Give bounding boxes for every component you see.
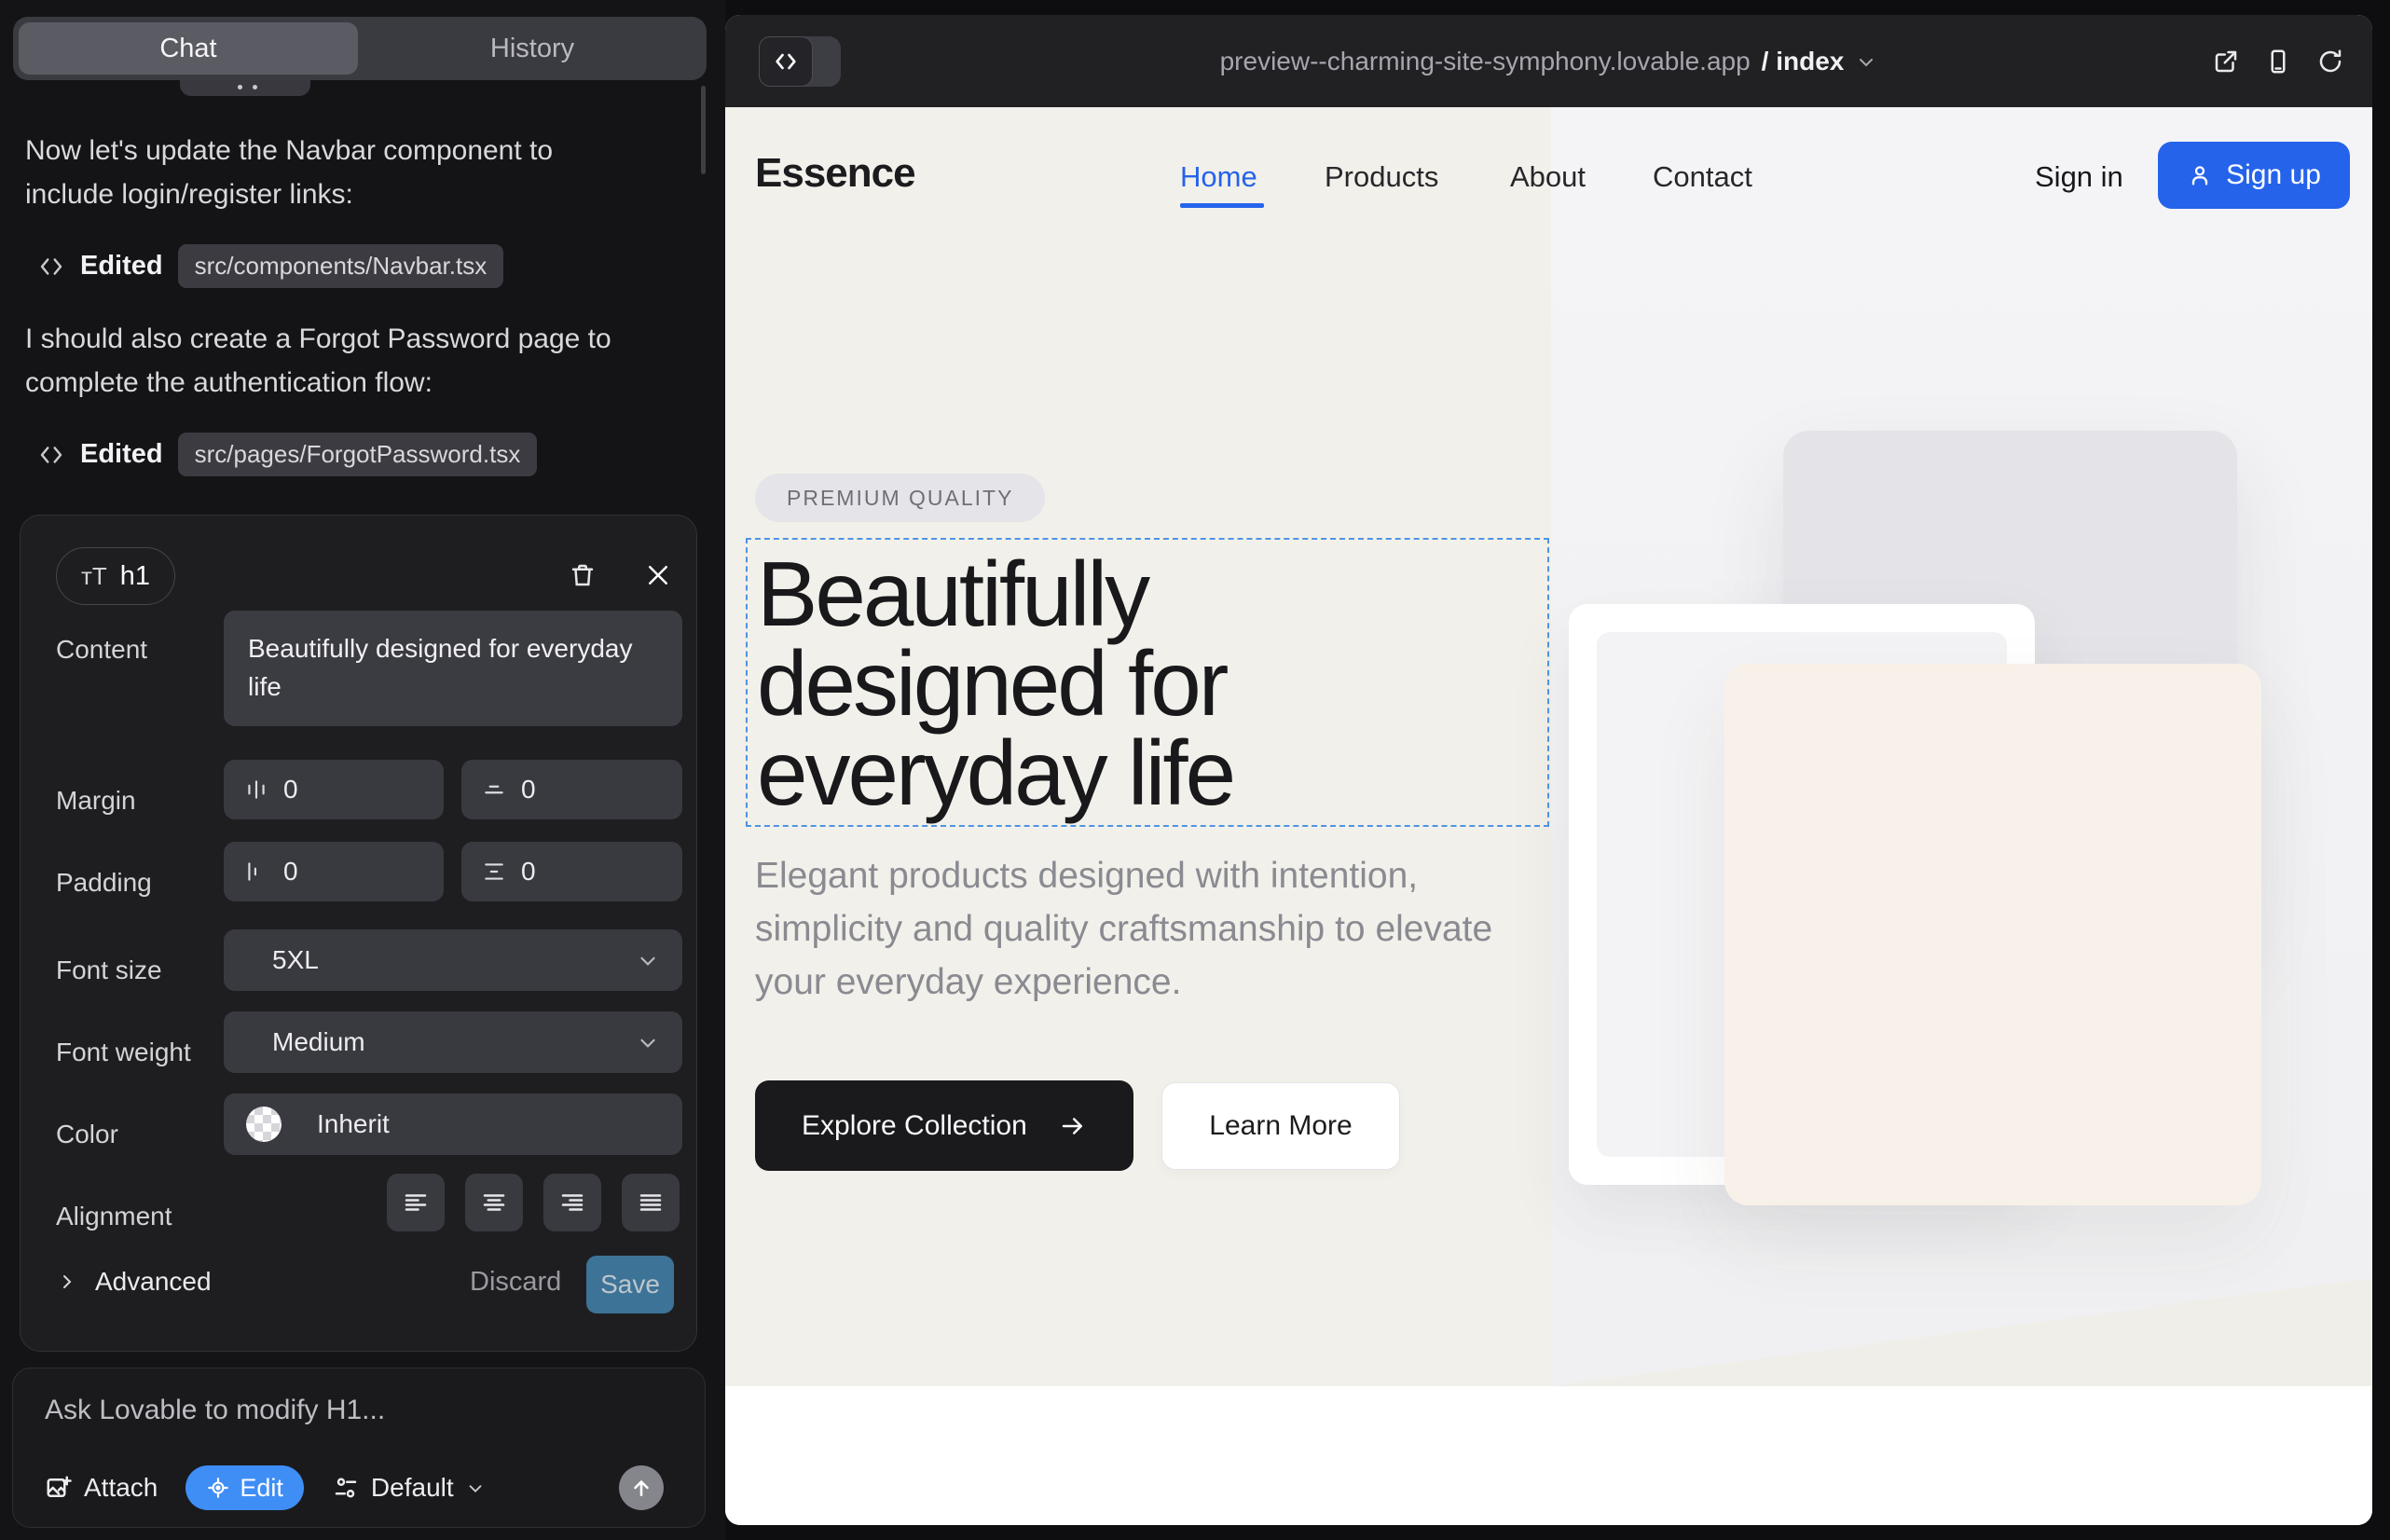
font-weight-select[interactable]: Medium	[224, 1011, 682, 1073]
advanced-toggle[interactable]: Advanced	[56, 1267, 212, 1297]
discard-button[interactable]: Discard	[470, 1267, 561, 1298]
open-external-icon[interactable]	[2212, 48, 2240, 76]
align-right-button[interactable]	[543, 1174, 601, 1231]
typography-icon: тT	[81, 562, 107, 591]
edited-label: Edited	[80, 439, 163, 470]
panel-tabs: Chat History	[13, 17, 707, 80]
margin-y-input[interactable]: 0	[461, 760, 682, 819]
hero-headline-line: Beautifully	[757, 549, 1147, 639]
font-size-label: Font size	[56, 956, 162, 985]
hero-headline-line: designed for	[757, 639, 1226, 728]
align-left-button[interactable]	[387, 1174, 445, 1231]
url-path: / index	[1762, 47, 1845, 76]
padding-y-input[interactable]: 0	[461, 842, 682, 901]
explore-collection-button[interactable]: Explore Collection	[755, 1080, 1133, 1171]
assistant-message: Now let's update the Navbar component to…	[25, 129, 640, 216]
hero-headline-line: everyday life	[757, 728, 1233, 818]
edit-mode-button[interactable]: Edit	[185, 1465, 304, 1510]
edited-file-row: Edited src/components/Navbar.tsx	[37, 244, 503, 288]
sliders-icon	[332, 1474, 360, 1502]
chat-scrollbar[interactable]	[701, 86, 706, 174]
align-center-button[interactable]	[465, 1174, 523, 1231]
composer-input[interactable]: Ask Lovable to modify H1...	[45, 1395, 385, 1426]
chevron-down-icon	[636, 948, 660, 972]
url-bar[interactable]: preview--charming-site-symphony.lovable.…	[725, 15, 2372, 107]
chat-panel: Chat History Now let's update the Navbar…	[0, 0, 725, 1540]
mobile-view-icon[interactable]	[2264, 48, 2292, 76]
color-picker[interactable]: Inherit	[224, 1093, 682, 1155]
chevron-right-icon	[56, 1271, 78, 1293]
user-icon	[2187, 162, 2213, 188]
code-icon	[37, 253, 65, 281]
assistant-message: I should also create a Forgot Password p…	[25, 317, 640, 405]
nav-link-contact[interactable]: Contact	[1653, 160, 1752, 194]
code-icon	[37, 441, 65, 469]
code-icon	[759, 36, 813, 87]
align-justify-button[interactable]	[622, 1174, 680, 1231]
color-label: Color	[56, 1120, 118, 1149]
decorative-card-cream	[1724, 664, 2261, 1205]
alignment-label: Alignment	[56, 1202, 172, 1231]
code-preview-toggle[interactable]	[759, 36, 841, 87]
element-tag-pill: тT h1	[56, 547, 175, 605]
edited-label: Edited	[80, 251, 163, 282]
learn-more-button[interactable]: Learn More	[1161, 1082, 1400, 1170]
file-chip[interactable]: src/components/Navbar.tsx	[178, 244, 504, 288]
model-default-selector[interactable]: Default	[332, 1473, 486, 1503]
padding-vertical-icon	[482, 859, 506, 884]
premium-quality-badge: PREMIUM QUALITY	[755, 474, 1045, 522]
content-input[interactable]: Beautifully designed for everyday life	[224, 611, 682, 726]
send-button[interactable]	[619, 1465, 664, 1510]
hero-subtext: Elegant products designed with intention…	[755, 849, 1510, 1009]
site-canvas: Essence Home Products About Contact Sign…	[725, 107, 2372, 1525]
nav-link-home[interactable]: Home	[1180, 160, 1257, 194]
padding-label: Padding	[56, 868, 152, 898]
chevron-down-icon[interactable]	[1855, 50, 1877, 73]
sign-up-button[interactable]: Sign up	[2158, 142, 2350, 209]
preview-window: preview--charming-site-symphony.lovable.…	[725, 15, 2372, 1525]
margin-label: Margin	[56, 786, 136, 816]
nav-active-underline	[1180, 203, 1264, 208]
chevron-down-icon	[465, 1478, 486, 1498]
nav-link-about[interactable]: About	[1510, 160, 1586, 194]
tab-chat[interactable]: Chat	[19, 22, 358, 75]
preview-topbar: preview--charming-site-symphony.lovable.…	[725, 15, 2372, 107]
url-domain: preview--charming-site-symphony.lovable.…	[1220, 47, 1751, 76]
attach-image-icon	[45, 1474, 73, 1502]
margin-x-input[interactable]: 0	[224, 760, 444, 819]
sign-in-link[interactable]: Sign in	[2035, 160, 2123, 194]
element-editor-panel: тT h1 Content Beautifully designed for e…	[20, 515, 697, 1352]
composer: Ask Lovable to modify H1... Attach Edit	[12, 1368, 706, 1528]
content-label: Content	[56, 635, 147, 665]
nav-link-products[interactable]: Products	[1325, 160, 1438, 194]
target-icon	[206, 1476, 230, 1500]
transparent-swatch-icon	[246, 1107, 282, 1142]
font-size-select[interactable]: 5XL	[224, 929, 682, 991]
chevron-down-icon	[636, 1030, 660, 1054]
refresh-icon[interactable]	[2316, 48, 2344, 76]
file-chip[interactable]: src/pages/ForgotPassword.tsx	[178, 433, 538, 476]
padding-x-input[interactable]: 0	[224, 842, 444, 901]
padding-horizontal-icon	[244, 859, 268, 884]
font-weight-label: Font weight	[56, 1038, 191, 1067]
close-icon[interactable]	[638, 555, 679, 596]
scrolled-chip-partial	[180, 80, 310, 96]
delete-element-button[interactable]	[562, 555, 603, 596]
save-button[interactable]: Save	[586, 1256, 674, 1313]
lovable-app: Chat History Now let's update the Navbar…	[0, 0, 2390, 1540]
site-logo[interactable]: Essence	[755, 150, 915, 197]
attach-button[interactable]: Attach	[45, 1473, 158, 1503]
tab-history[interactable]: History	[358, 17, 707, 80]
edited-file-row: Edited src/pages/ForgotPassword.tsx	[37, 433, 537, 476]
margin-horizontal-icon	[244, 777, 268, 802]
element-tag: h1	[120, 561, 150, 592]
arrow-right-icon	[1059, 1112, 1087, 1140]
margin-vertical-icon	[482, 777, 506, 802]
